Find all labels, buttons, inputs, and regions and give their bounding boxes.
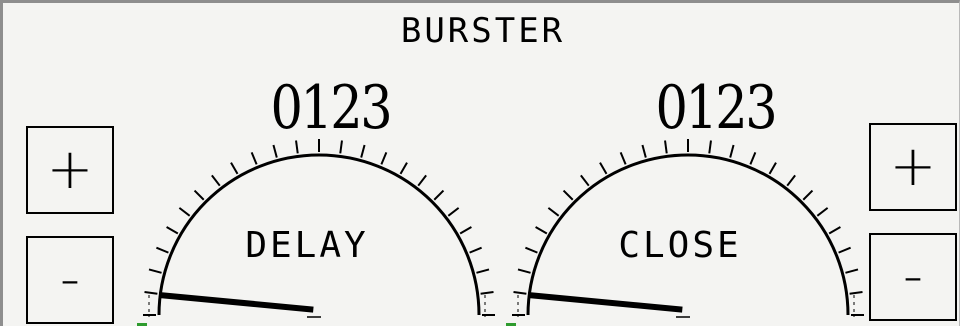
gauge-tick — [166, 226, 179, 235]
gauge-tick — [417, 174, 427, 187]
left-increment-button[interactable]: + — [26, 126, 114, 214]
gauge-tick — [272, 144, 278, 158]
gauge-tick — [250, 152, 258, 165]
gauge-tick — [768, 162, 777, 175]
delay-gauge-label: DELAY — [245, 225, 369, 266]
gauge-tick — [480, 291, 494, 295]
burster-panel: BURSTER 0123 0123 DELAY CLOSE + - + - — [0, 0, 960, 326]
gauge-needle — [158, 292, 314, 313]
gauge-tick — [513, 291, 527, 295]
gauge-tick — [828, 226, 841, 235]
gauge-tick — [399, 162, 408, 175]
gauge-tick — [849, 291, 863, 295]
gauge-tick — [562, 189, 574, 201]
gauge-tick — [599, 162, 608, 175]
gauge-tick — [547, 207, 560, 217]
gauge-tick — [360, 144, 366, 158]
gauge-tick — [211, 174, 221, 187]
gauge-tick — [729, 144, 735, 158]
gauge-needle — [527, 292, 683, 313]
gauge-tick — [525, 246, 538, 254]
gauge-tick — [148, 268, 162, 274]
gauge-tick — [469, 246, 482, 254]
gauge-tick — [845, 268, 859, 274]
close-gauge-label: CLOSE — [618, 225, 742, 266]
right-decrement-button[interactable]: - — [869, 233, 957, 321]
gauge-tick — [535, 226, 548, 235]
delay-readout: 0123 — [270, 73, 393, 143]
gauge-tick — [144, 291, 158, 295]
left-decrement-button[interactable]: - — [26, 236, 114, 324]
gauge-tick — [156, 246, 169, 254]
gauge-tick — [447, 207, 460, 217]
close-readout: 0123 — [655, 73, 778, 143]
right-increment-button[interactable]: + — [869, 123, 957, 211]
gauge-tick — [476, 268, 490, 274]
gauge-tick — [786, 174, 796, 187]
gauge-tick — [641, 144, 647, 158]
gauge-tick — [380, 152, 388, 165]
gauge-tick — [230, 162, 239, 175]
gauge-tick — [580, 174, 590, 187]
gauge-tick — [433, 189, 445, 201]
gauge-tick — [193, 189, 205, 201]
gauge-tick — [459, 226, 472, 235]
gauge-tick — [619, 152, 627, 165]
gauge-graphics — [137, 139, 864, 326]
gauge-tick — [816, 207, 829, 217]
gauge-tick — [749, 152, 757, 165]
gauge-tick — [802, 189, 814, 201]
gauge-tick — [517, 268, 531, 274]
gauge-tick — [838, 246, 851, 254]
gauge-tick — [178, 207, 191, 217]
